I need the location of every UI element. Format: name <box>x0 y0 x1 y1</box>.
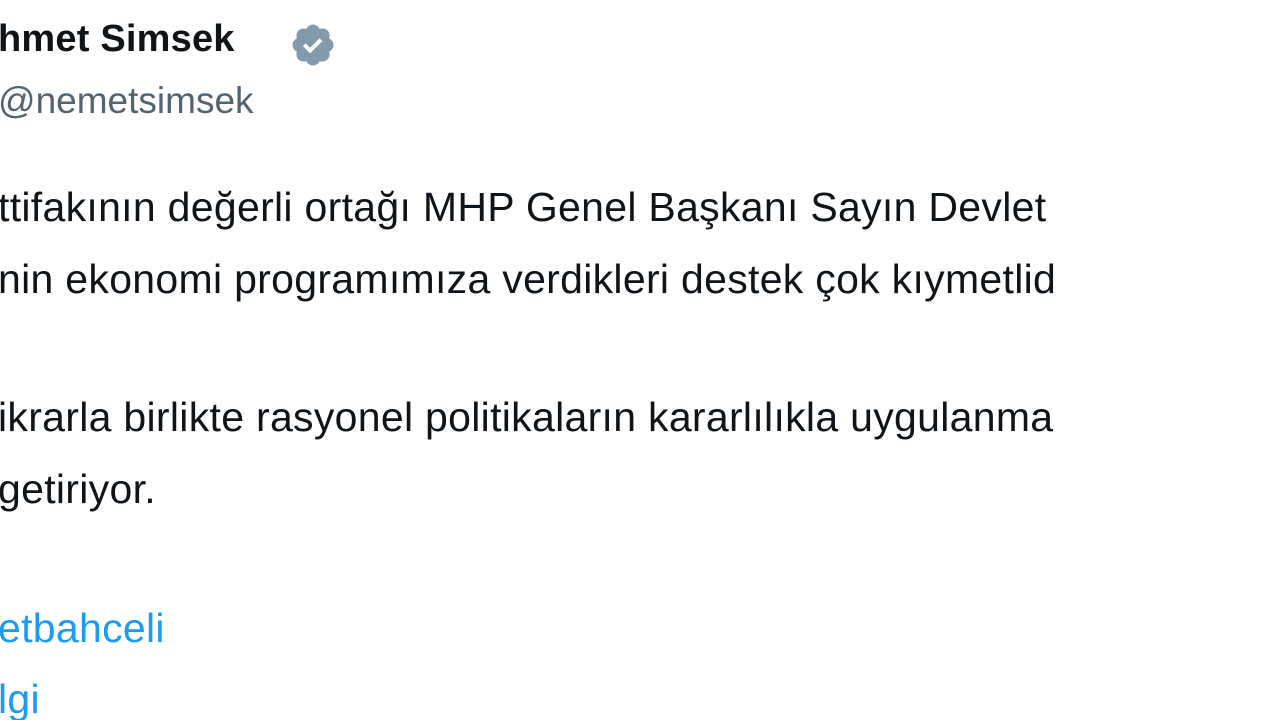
author-display-name[interactable]: hmet Simsek <box>0 18 235 61</box>
tweet-screenshot: hmet Simsek @nemetsimsek ttifakının değe… <box>0 0 1280 720</box>
hashtag-link[interactable]: lgi <box>0 676 40 720</box>
tweet-text-line-1: ttifakının değerli ortağı MHP Genel Başk… <box>0 184 1047 230</box>
author-handle-text: nemetsimsek <box>35 80 254 121</box>
verified-badge-icon <box>292 24 334 66</box>
tweet-text-line-3: ikrarla birlikte rasyonel politikaların … <box>0 394 1054 440</box>
tweet-text-line-2: nin ekonomi programımıza verdikleri dest… <box>0 256 1057 302</box>
author-handle[interactable]: @nemetsimsek <box>0 80 254 122</box>
mention-link[interactable]: etbahceli <box>0 605 165 652</box>
tweet-text-line-4: getiriyor. <box>0 466 156 512</box>
